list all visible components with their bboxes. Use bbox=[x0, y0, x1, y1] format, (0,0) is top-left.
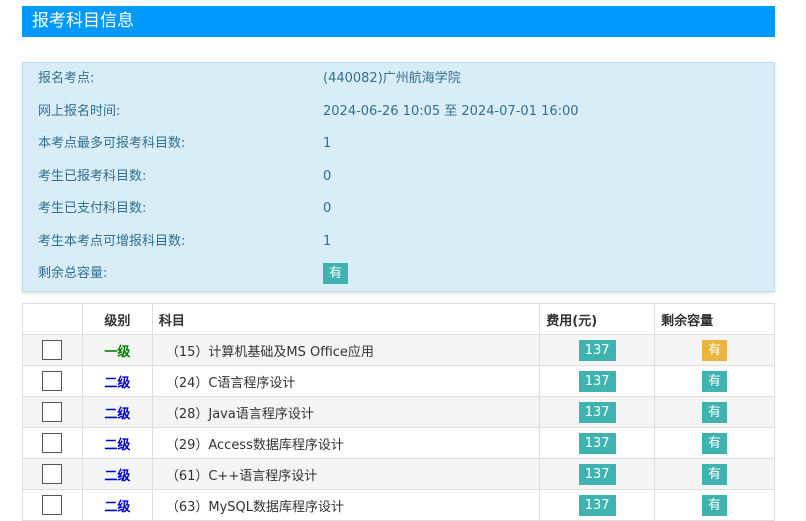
level-cell: 二级 bbox=[81, 365, 153, 397]
checkbox-cell bbox=[22, 427, 83, 459]
subjects-table: 级别 科目 费用(元) 剩余容量 一级 （15）计算机基础及MS Office应… bbox=[22, 303, 775, 521]
capacity-badge: 有 bbox=[323, 263, 349, 284]
fee-cell: 137 bbox=[539, 427, 656, 459]
fee-badge: 137 bbox=[578, 494, 616, 516]
info-label: 网上报名时间: bbox=[38, 104, 121, 119]
info-row-registered-count: 考生已报考科目数: 0 bbox=[23, 165, 774, 189]
table-row: 二级 （61）C++语言程序设计 137 有 bbox=[22, 458, 775, 490]
subject-checkbox[interactable] bbox=[42, 340, 63, 360]
table-row: 一级 （15）计算机基础及MS Office应用 137 有 bbox=[22, 334, 775, 366]
capacity-badge: 有 bbox=[702, 432, 728, 454]
level-cell: 二级 bbox=[81, 489, 153, 521]
table-row: 二级 （29）Access数据库程序设计 137 有 bbox=[22, 427, 775, 459]
info-row-total-capacity: 剩余总容量: 有 bbox=[23, 262, 774, 286]
fee-cell: 137 bbox=[539, 489, 656, 521]
info-row-addable-count: 考生本考点可增报科目数: 1 bbox=[23, 230, 774, 254]
table-header-row: 级别 科目 费用(元) 剩余容量 bbox=[22, 303, 775, 335]
fee-cell: 137 bbox=[539, 458, 656, 490]
info-label: 报名考点: bbox=[38, 71, 95, 86]
subject-checkbox[interactable] bbox=[42, 464, 63, 484]
subject-cell: （61）C++语言程序设计 bbox=[151, 458, 541, 490]
table-row: 二级 （24）C语言程序设计 137 有 bbox=[22, 365, 775, 397]
info-value: 0 bbox=[323, 169, 332, 184]
capacity-cell: 有 bbox=[654, 427, 775, 459]
header-fee: 费用(元) bbox=[539, 303, 656, 335]
checkbox-cell bbox=[22, 458, 83, 490]
fee-badge: 137 bbox=[578, 339, 616, 361]
subject-cell: （24）C语言程序设计 bbox=[151, 365, 541, 397]
exam-info-panel: 报名考点: (440082)广州航海学院 网上报名时间: 2024-06-26 … bbox=[22, 62, 775, 292]
checkbox-cell bbox=[22, 489, 83, 521]
capacity-badge: 有 bbox=[702, 401, 728, 423]
info-label: 考生本考点可增报科目数: bbox=[38, 234, 186, 249]
info-row-exam-center: 报名考点: (440082)广州航海学院 bbox=[23, 67, 774, 91]
level-cell: 一级 bbox=[81, 334, 153, 366]
fee-cell: 137 bbox=[539, 365, 656, 397]
fee-badge: 137 bbox=[578, 370, 616, 392]
info-label: 本考点最多可报考科目数: bbox=[38, 136, 186, 151]
info-value: 有 bbox=[323, 262, 349, 286]
capacity-badge: 有 bbox=[702, 463, 728, 485]
info-row-registration-time: 网上报名时间: 2024-06-26 10:05 至 2024-07-01 16… bbox=[23, 100, 774, 124]
info-value: (440082)广州航海学院 bbox=[323, 71, 461, 86]
info-value: 0 bbox=[323, 201, 332, 216]
page-title: 报考科目信息 bbox=[22, 6, 775, 37]
info-value: 1 bbox=[323, 234, 332, 249]
subject-checkbox[interactable] bbox=[42, 371, 63, 391]
capacity-cell: 有 bbox=[654, 458, 775, 490]
subject-checkbox[interactable] bbox=[42, 433, 63, 453]
subject-cell: （28）Java语言程序设计 bbox=[151, 396, 541, 428]
header-subject: 科目 bbox=[151, 303, 541, 335]
subject-cell: （63）MySQL数据库程序设计 bbox=[151, 489, 541, 521]
fee-badge: 137 bbox=[578, 432, 616, 454]
fee-badge: 137 bbox=[578, 463, 616, 485]
info-row-paid-count: 考生已支付科目数: 0 bbox=[23, 197, 774, 221]
header-capacity: 剩余容量 bbox=[654, 303, 775, 335]
checkbox-cell bbox=[22, 396, 83, 428]
fee-cell: 137 bbox=[539, 396, 656, 428]
checkbox-cell bbox=[22, 334, 83, 366]
level-cell: 二级 bbox=[81, 458, 153, 490]
table-row: 二级 （63）MySQL数据库程序设计 137 有 bbox=[22, 489, 775, 521]
info-label: 考生已报考科目数: bbox=[38, 169, 147, 184]
info-value: 2024-06-26 10:05 至 2024-07-01 16:00 bbox=[323, 104, 579, 119]
info-label: 考生已支付科目数: bbox=[38, 201, 147, 216]
level-cell: 二级 bbox=[81, 427, 153, 459]
header-level: 级别 bbox=[81, 303, 153, 335]
subject-cell: （29）Access数据库程序设计 bbox=[151, 427, 541, 459]
header-checkbox bbox=[22, 303, 83, 335]
info-row-max-subjects: 本考点最多可报考科目数: 1 bbox=[23, 132, 774, 156]
fee-badge: 137 bbox=[578, 401, 616, 423]
capacity-badge: 有 bbox=[702, 339, 728, 361]
subject-checkbox[interactable] bbox=[42, 402, 63, 422]
checkbox-cell bbox=[22, 365, 83, 397]
capacity-cell: 有 bbox=[654, 396, 775, 428]
subject-checkbox[interactable] bbox=[42, 495, 63, 515]
capacity-badge: 有 bbox=[702, 494, 728, 516]
table-row: 二级 （28）Java语言程序设计 137 有 bbox=[22, 396, 775, 428]
capacity-cell: 有 bbox=[654, 334, 775, 366]
capacity-cell: 有 bbox=[654, 365, 775, 397]
level-cell: 二级 bbox=[81, 396, 153, 428]
fee-cell: 137 bbox=[539, 334, 656, 366]
info-value: 1 bbox=[323, 136, 332, 151]
capacity-cell: 有 bbox=[654, 489, 775, 521]
capacity-badge: 有 bbox=[702, 370, 728, 392]
subject-cell: （15）计算机基础及MS Office应用 bbox=[151, 334, 541, 366]
info-label: 剩余总容量: bbox=[38, 266, 108, 281]
